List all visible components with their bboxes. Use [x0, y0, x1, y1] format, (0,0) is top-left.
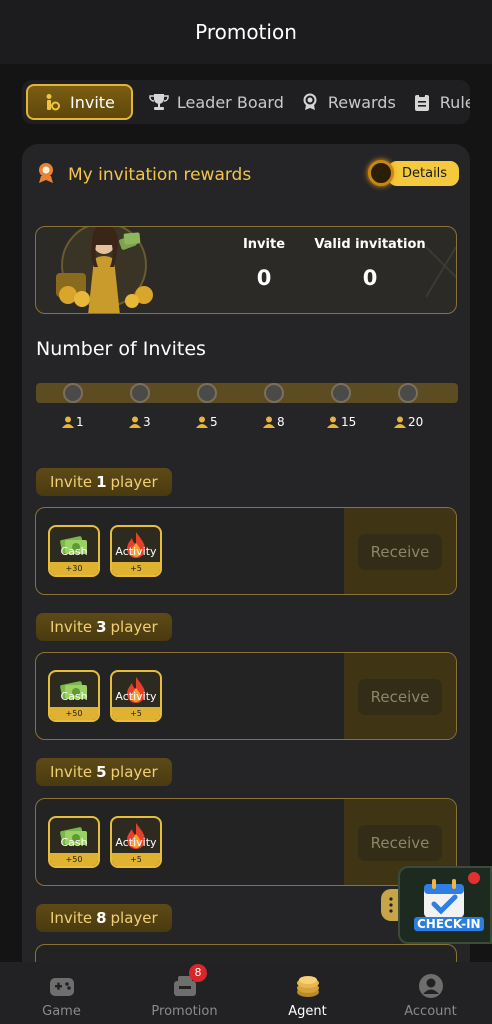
tier-row: Cash +50 Activity +5 Receive — [35, 652, 457, 740]
tab-leader-board[interactable]: Leader Board — [149, 92, 284, 112]
valid-invitation-label: Valid invitation — [314, 237, 426, 252]
invite-icon — [42, 92, 62, 112]
milestone-label: 20 — [394, 415, 423, 429]
account-icon — [416, 972, 446, 1000]
activity-amount: +5 — [112, 562, 160, 575]
tab-label: Invite — [70, 92, 115, 112]
invite-count-value: 0 — [256, 266, 272, 290]
milestone-dot — [331, 383, 351, 403]
invite-stats: Invite 0 Valid invitation 0 — [35, 226, 457, 314]
nav-label: Game — [42, 1004, 81, 1019]
invite-count-label: Invite — [242, 237, 286, 252]
nav-label: Account — [404, 1004, 457, 1019]
details-button[interactable]: Details — [368, 160, 460, 186]
tab-label: Rewards — [327, 92, 396, 112]
tab-label: Rule — [439, 92, 470, 112]
tier-row: Cash +50 Activity +5 Receive — [35, 798, 457, 886]
cash-label: Cash — [60, 690, 88, 703]
check-in-label: CHECK-IN — [414, 917, 484, 931]
medal-badge-icon — [36, 162, 56, 188]
cash-reward: Cash +50 — [48, 816, 100, 868]
tier-label: Invite 3 player — [36, 613, 172, 641]
activity-reward: Activity +5 — [110, 525, 162, 577]
activity-label: Activity — [115, 545, 157, 558]
calendar-check-icon — [424, 879, 464, 918]
coins-icon — [293, 972, 323, 1000]
nav-promotion[interactable]: 8 Promotion — [123, 962, 246, 1024]
cash-label: Cash — [60, 545, 88, 558]
nav-agent[interactable]: Agent — [246, 962, 369, 1024]
rewards-header: My invitation rewards — [36, 162, 251, 188]
details-ring-icon — [368, 160, 394, 186]
dots-icon — [389, 897, 393, 913]
invite-card: My invitation rewards Details Invite 0 V… — [22, 144, 470, 974]
activity-reward: Activity +5 — [110, 816, 162, 868]
person-icon — [394, 416, 406, 428]
tier-label: Invite 5 player — [36, 758, 172, 786]
invites-section-title: Number of Invites — [36, 338, 206, 360]
valid-invitation-value: 0 — [362, 266, 378, 290]
top-header: Promotion — [0, 0, 492, 64]
receive-button[interactable]: Receive — [358, 534, 442, 570]
cash-reward: Cash +30 — [48, 525, 100, 577]
sparkle-decoration — [426, 246, 456, 298]
tab-invite[interactable]: Invite — [26, 84, 133, 120]
cash-label: Cash — [60, 836, 88, 849]
receive-button[interactable]: Receive — [358, 825, 442, 861]
promotion-tabs: Invite Leader Board Rewards Rule — [22, 80, 470, 124]
milestone-dot — [197, 383, 217, 403]
cash-reward: Cash +50 — [48, 670, 100, 722]
cash-amount: +50 — [50, 853, 98, 866]
milestone-label: 1 — [62, 415, 84, 429]
tab-rewards[interactable]: Rewards — [300, 92, 396, 112]
milestone-label: 5 — [196, 415, 218, 429]
cash-amount: +50 — [50, 707, 98, 720]
person-icon — [129, 416, 141, 428]
activity-amount: +5 — [112, 853, 160, 866]
milestone-label: 15 — [327, 415, 356, 429]
gamepad-icon — [47, 972, 77, 1000]
activity-amount: +5 — [112, 707, 160, 720]
receive-button[interactable]: Receive — [358, 679, 442, 715]
milestone-label: 3 — [129, 415, 151, 429]
rewards-title: My invitation rewards — [68, 165, 252, 185]
person-icon — [263, 416, 275, 428]
tier-label: Invite 8 player — [36, 904, 172, 932]
medal-icon — [300, 92, 320, 112]
activity-label: Activity — [115, 690, 157, 703]
tier-row: Cash +30 Activity +5 Receive — [35, 507, 457, 595]
person-icon — [196, 416, 208, 428]
person-icon — [327, 416, 339, 428]
cash-amount: +30 — [50, 562, 98, 575]
nav-game[interactable]: Game — [0, 962, 123, 1024]
check-in-button[interactable]: CHECK-IN — [398, 866, 492, 944]
promotion-badge: 8 — [189, 964, 207, 982]
tab-label: Leader Board — [176, 92, 284, 112]
tab-rule[interactable]: Rule — [412, 92, 470, 112]
hostess-illustration — [56, 227, 153, 313]
valid-invitation-stat: Valid invitation 0 — [310, 237, 430, 290]
notification-dot — [468, 872, 480, 884]
activity-reward: Activity +5 — [110, 670, 162, 722]
invites-progress-track — [36, 383, 458, 403]
invite-stat: Invite 0 — [234, 237, 294, 290]
tier-label: Invite 1 player — [36, 468, 172, 496]
milestone-dot — [398, 383, 418, 403]
page-title: Promotion — [195, 20, 297, 44]
details-label: Details — [388, 160, 460, 186]
trophy-icon — [149, 92, 169, 112]
activity-label: Activity — [115, 836, 157, 849]
clipboard-icon — [412, 92, 432, 112]
milestone-dot — [264, 383, 284, 403]
nav-label: Promotion — [151, 1004, 218, 1019]
nav-account[interactable]: Account — [369, 962, 492, 1024]
milestone-label: 8 — [263, 415, 285, 429]
bottom-nav: Game 8 Promotion Agent Account — [0, 962, 492, 1024]
milestone-dot — [130, 383, 150, 403]
milestone-dot — [63, 383, 83, 403]
person-icon — [62, 416, 74, 428]
nav-label: Agent — [288, 1004, 327, 1019]
